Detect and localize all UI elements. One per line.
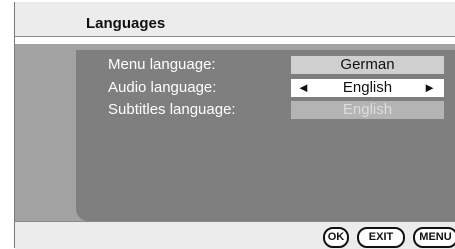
- audio-language-selector[interactable]: ◄ English ►: [291, 79, 444, 97]
- subtitles-language-value[interactable]: English: [291, 101, 444, 119]
- audio-language-row[interactable]: Audio language: ◄ English ►: [108, 79, 448, 97]
- exit-button[interactable]: EXIT: [357, 227, 405, 248]
- audio-language-value: English: [342, 79, 393, 96]
- arrow-left-icon[interactable]: ◄: [297, 79, 310, 97]
- menu-language-value[interactable]: German: [291, 56, 444, 74]
- menu-button[interactable]: MENU: [413, 227, 455, 248]
- subtitles-language-row[interactable]: Subtitles language: English: [108, 101, 448, 119]
- ok-button[interactable]: OK: [323, 227, 349, 248]
- footer-bar: OK EXIT MENU: [15, 221, 455, 249]
- menu-language-label: Menu language:: [108, 56, 216, 73]
- subtitles-language-label: Subtitles language:: [108, 101, 236, 118]
- arrow-right-icon[interactable]: ►: [423, 79, 436, 97]
- audio-language-label: Audio language:: [108, 79, 217, 96]
- page-title: Languages: [86, 15, 166, 32]
- menu-language-row[interactable]: Menu language: German: [108, 56, 448, 74]
- title-bar: Languages: [15, 2, 455, 37]
- tv-menu-screen: Languages Menu language: German Audio la…: [14, 2, 455, 249]
- menu-panel: [76, 50, 455, 221]
